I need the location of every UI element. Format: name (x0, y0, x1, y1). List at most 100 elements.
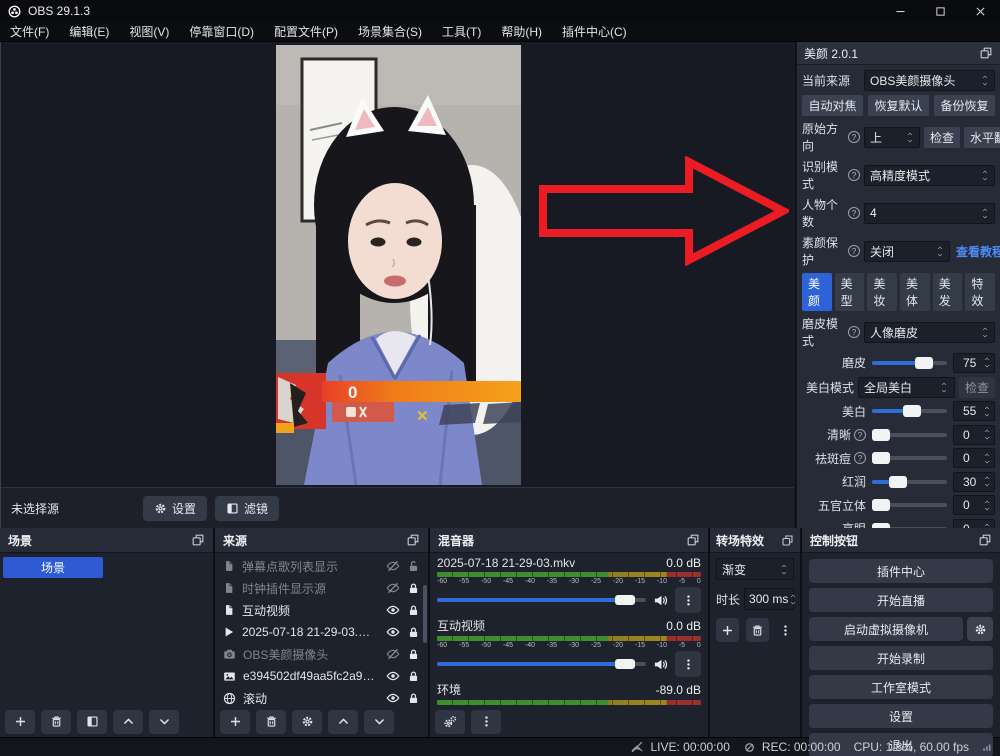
tab-makeup[interactable]: 美妆 (867, 273, 897, 311)
speaker-icon[interactable] (653, 657, 668, 672)
tab-effects[interactable]: 特效 (965, 273, 995, 311)
detect-mode-dropdown[interactable]: 高精度模式 (864, 165, 995, 186)
source-move-up-button[interactable] (328, 710, 358, 734)
bareface-protect-dropdown[interactable]: 关闭 (864, 241, 950, 262)
source-row[interactable]: e394502df49aa5fc2a99cd2e7c (215, 665, 428, 687)
orientation-dropdown[interactable]: 上 (864, 127, 920, 148)
people-count-stepper[interactable]: 4 (864, 203, 995, 224)
eye-icon[interactable] (386, 625, 400, 639)
help-icon[interactable]: ? (854, 452, 866, 464)
popout-dock-icon[interactable] (781, 534, 794, 547)
horizontal-flip-button[interactable]: 水平翻转 (964, 127, 1000, 148)
start-streaming-button[interactable]: 开始直播 (809, 588, 993, 612)
source-move-down-button[interactable] (364, 710, 394, 734)
stepper-arrows-icon[interactable] (982, 405, 991, 418)
help-icon[interactable]: ? (848, 245, 860, 257)
stepper-arrows-icon[interactable] (982, 452, 991, 465)
menu-scene-collection[interactable]: 场景集合(S) (348, 22, 432, 42)
bright-eyes-slider[interactable] (872, 527, 947, 529)
eye-off-icon[interactable] (386, 559, 400, 573)
whiten-slider[interactable] (872, 409, 947, 413)
volume-slider[interactable] (437, 662, 646, 666)
help-icon[interactable]: ? (848, 326, 860, 338)
stepper-arrows-icon[interactable] (982, 475, 991, 488)
acne-value-box[interactable]: 0 (953, 448, 995, 468)
stepper-arrows-icon[interactable] (788, 593, 797, 606)
smooth-value-box[interactable]: 75 (953, 353, 995, 373)
virtual-camera-config-button[interactable] (967, 617, 993, 641)
stepper-arrows-icon[interactable] (982, 522, 991, 528)
source-row[interactable]: OBS美颜摄像头 (215, 643, 428, 665)
tab-hair[interactable]: 美发 (933, 273, 963, 311)
acne-removal-slider[interactable] (872, 456, 947, 460)
lock-icon[interactable] (407, 648, 420, 661)
tab-body[interactable]: 美体 (900, 273, 930, 311)
stepper-arrows-icon[interactable] (980, 207, 989, 220)
lock-open-icon[interactable] (407, 560, 420, 573)
start-recording-button[interactable]: 开始录制 (809, 646, 993, 670)
menu-tools[interactable]: 工具(T) (432, 22, 491, 42)
smooth-mode-dropdown[interactable]: 人像磨皮 (864, 322, 995, 343)
scene-move-down-button[interactable] (149, 710, 179, 734)
menu-view[interactable]: 视图(V) (119, 22, 179, 42)
reset-default-button[interactable]: 恢复默认 (868, 95, 929, 116)
scene-list-item[interactable]: 场景 (3, 557, 103, 578)
eye-icon[interactable] (386, 669, 400, 683)
eye-off-icon[interactable] (386, 581, 400, 595)
start-virtual-camera-button[interactable]: 启动虚拟摄像机 (809, 617, 963, 641)
lock-icon[interactable] (407, 692, 420, 705)
transition-options-button[interactable] (776, 618, 794, 642)
maximize-button[interactable] (920, 0, 960, 22)
mixer-options-button[interactable] (471, 710, 501, 734)
tutorial-link[interactable]: 查看教程 (956, 243, 1000, 260)
orientation-check-button[interactable]: 检查 (924, 127, 960, 148)
preview-video[interactable]: 0 ✕ (276, 45, 521, 485)
clarity-slider[interactable] (872, 433, 947, 437)
popout-dock-icon[interactable] (978, 533, 992, 547)
rosy-value-box[interactable]: 30 (953, 472, 995, 492)
track-options-button[interactable] (675, 587, 701, 613)
transition-type-dropdown[interactable]: 渐变 (716, 558, 794, 580)
current-source-dropdown[interactable]: OBS美颜摄像头 (864, 70, 995, 91)
plugin-center-button[interactable]: 插件中心 (809, 559, 993, 583)
source-row[interactable]: 弹幕点歌列表显示 (215, 555, 428, 577)
backup-restore-button[interactable]: 备份恢复 (934, 95, 995, 116)
scene-move-up-button[interactable] (113, 710, 143, 734)
autofocus-button[interactable]: 自动对焦 (802, 95, 863, 116)
advanced-audio-button[interactable] (435, 710, 465, 734)
popout-dock-icon[interactable] (191, 533, 205, 547)
help-icon[interactable]: ? (848, 207, 860, 219)
settings-button[interactable]: 设置 (809, 704, 993, 728)
minimize-button[interactable] (880, 0, 920, 22)
lock-icon[interactable] (407, 670, 420, 683)
popout-dock-icon[interactable] (979, 46, 993, 60)
speaker-icon[interactable] (653, 593, 668, 608)
popout-dock-icon[interactable] (686, 533, 700, 547)
source-row[interactable]: 时钟插件显示源 (215, 577, 428, 599)
sources-scrollbar[interactable] (423, 585, 427, 643)
tab-shape[interactable]: 美型 (835, 273, 865, 311)
help-icon[interactable]: ? (854, 429, 866, 441)
volume-slider[interactable] (437, 598, 646, 602)
menu-help[interactable]: 帮助(H) (491, 22, 552, 42)
menu-plugin-center[interactable]: 插件中心(C) (552, 22, 637, 42)
source-filters-button[interactable]: 滤镜 (215, 496, 279, 521)
track-options-button[interactable] (675, 651, 701, 677)
source-row[interactable]: 2025-07-18 21-29-03.mkv (215, 621, 428, 643)
eye-icon[interactable] (386, 691, 400, 705)
stepper-arrows-icon[interactable] (982, 428, 991, 441)
tab-beauty[interactable]: 美颜 (802, 273, 832, 311)
remove-transition-button[interactable] (746, 618, 769, 642)
add-transition-button[interactable] (716, 618, 739, 642)
add-scene-button[interactable] (5, 710, 35, 734)
eye-icon[interactable] (386, 603, 400, 617)
clarity-value-box[interactable]: 0 (953, 425, 995, 445)
studio-mode-button[interactable]: 工作室模式 (809, 675, 993, 699)
popout-dock-icon[interactable] (406, 533, 420, 547)
source-properties-button[interactable] (292, 710, 322, 734)
whiten-mode-dropdown[interactable]: 全局美白 (858, 377, 955, 398)
face-3d-slider[interactable] (872, 503, 947, 507)
menu-file[interactable]: 文件(F) (0, 22, 59, 42)
add-source-button[interactable] (220, 710, 250, 734)
stepper-arrows-icon[interactable] (982, 499, 991, 512)
